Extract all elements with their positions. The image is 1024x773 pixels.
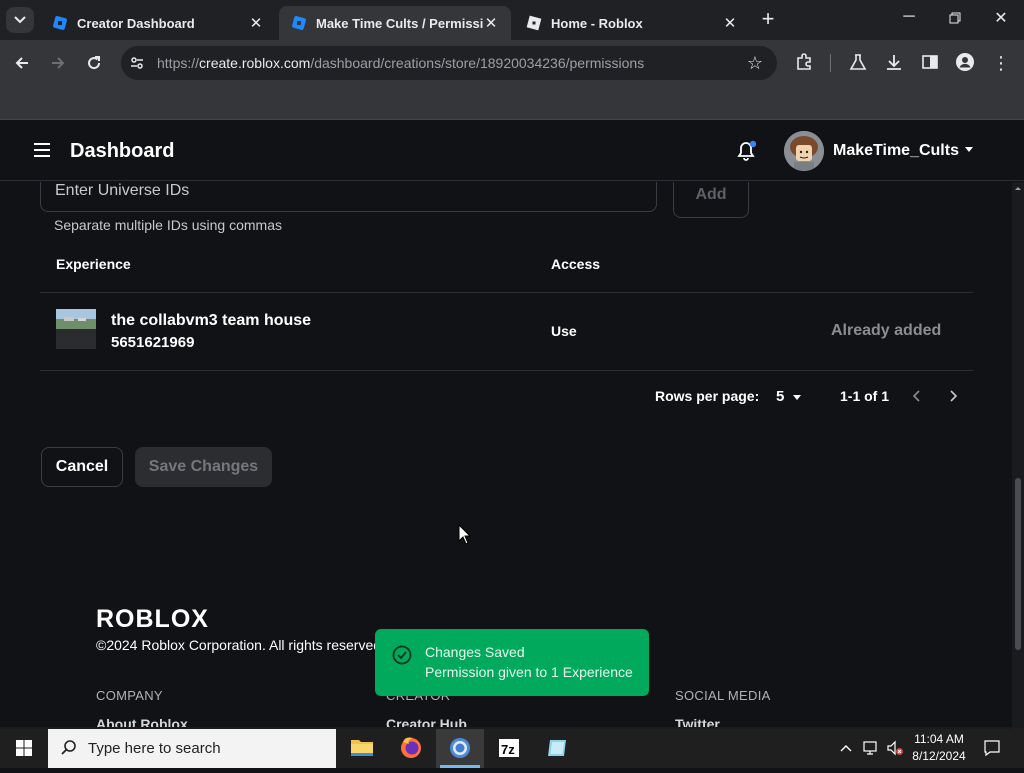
universe-id-placeholder: Enter Universe IDs bbox=[55, 182, 190, 199]
tab-home-roblox[interactable]: Home - Roblox ✕ bbox=[514, 6, 750, 40]
column-header-experience: Experience bbox=[56, 256, 131, 272]
side-panel-icon[interactable] bbox=[920, 52, 940, 72]
column-header-access: Access bbox=[551, 256, 601, 272]
back-icon[interactable] bbox=[11, 52, 33, 74]
app-tile-icon bbox=[548, 740, 566, 756]
scroll-up-arrow-icon[interactable] bbox=[1013, 184, 1023, 192]
rows-per-page-select[interactable]: 5 bbox=[776, 388, 784, 405]
toolbar-divider bbox=[830, 54, 831, 72]
experience-thumbnail bbox=[56, 309, 96, 349]
minimize-icon[interactable]: ─ bbox=[898, 8, 920, 30]
url-text: https://create.roblox.com/dashboard/crea… bbox=[157, 55, 645, 71]
caret-down-icon[interactable] bbox=[965, 147, 973, 152]
clock-date[interactable]: 8/12/2024 bbox=[912, 749, 966, 763]
horizontal-scrollbar[interactable] bbox=[0, 727, 1012, 729]
restore-icon[interactable] bbox=[944, 8, 966, 30]
roblox-studio-favicon-icon bbox=[292, 16, 306, 30]
volume-muted-icon[interactable] bbox=[886, 739, 904, 757]
experience-id: 5651621969 bbox=[111, 334, 195, 351]
forward-icon[interactable] bbox=[47, 52, 69, 74]
universe-id-input[interactable]: Enter Universe IDs bbox=[40, 182, 657, 212]
chevron-up-icon[interactable] bbox=[839, 742, 853, 754]
access-value: Use bbox=[551, 323, 577, 339]
success-toast: Changes Saved Permission given to 1 Expe… bbox=[375, 629, 649, 696]
close-tab-icon[interactable]: ✕ bbox=[722, 14, 738, 32]
browser-tab-strip: Creator Dashboard ✕ Make Time Cults / Pe… bbox=[0, 0, 1024, 40]
copyright-text: ©2024 Roblox Corporation. All rights res… bbox=[96, 637, 385, 653]
search-icon bbox=[61, 740, 76, 755]
svg-text:7z: 7z bbox=[501, 742, 515, 757]
close-window-icon[interactable]: ✕ bbox=[990, 8, 1012, 30]
toast-title: Changes Saved bbox=[425, 644, 525, 660]
taskbar-search-box[interactable]: Type here to search bbox=[48, 728, 336, 768]
chrome-icon bbox=[450, 738, 470, 758]
footer-heading-company: COMPANY bbox=[96, 688, 163, 703]
toast-message: Permission given to 1 Experience bbox=[425, 664, 633, 680]
menu-kebab-icon[interactable]: ⋮ bbox=[990, 52, 1012, 74]
rows-per-page-label: Rows per page: bbox=[655, 388, 760, 404]
tab-label: Creator Dashboard bbox=[77, 15, 195, 31]
taskbar-chrome[interactable] bbox=[436, 728, 484, 768]
caret-down-icon[interactable] bbox=[793, 395, 801, 400]
close-tab-icon[interactable]: ✕ bbox=[248, 14, 264, 32]
extensions-icon[interactable] bbox=[794, 52, 814, 72]
clock-time[interactable]: 11:04 AM bbox=[912, 732, 966, 746]
profile-icon[interactable] bbox=[955, 52, 975, 72]
username-label[interactable]: MakeTime_Cults bbox=[833, 142, 959, 160]
next-page-icon[interactable] bbox=[945, 386, 961, 406]
network-icon[interactable] bbox=[862, 739, 880, 757]
folder-icon bbox=[351, 740, 373, 756]
tab-creator-dashboard[interactable]: Creator Dashboard ✕ bbox=[40, 6, 276, 40]
pagination-range: 1-1 of 1 bbox=[840, 388, 890, 404]
notification-bell-icon[interactable] bbox=[736, 140, 756, 162]
status-label: Already added bbox=[831, 322, 942, 339]
footer-heading-social: SOCIAL MEDIA bbox=[675, 688, 771, 703]
avatar[interactable] bbox=[784, 131, 824, 171]
taskbar-file-explorer[interactable] bbox=[338, 728, 386, 768]
page-header: Dashboard MakeTime_Cults bbox=[0, 121, 1024, 181]
add-button[interactable]: Add bbox=[673, 182, 749, 218]
notification-center-icon[interactable] bbox=[983, 739, 1001, 757]
save-changes-button[interactable]: Save Changes bbox=[135, 447, 272, 487]
toolbar-spacer bbox=[0, 86, 1024, 120]
reload-icon[interactable] bbox=[83, 52, 105, 74]
experience-name: the collabvm3 team house bbox=[111, 312, 312, 329]
vertical-scrollbar-thumb[interactable] bbox=[1015, 478, 1021, 650]
check-circle-icon bbox=[392, 645, 412, 665]
divider bbox=[40, 370, 973, 371]
roblox-favicon-icon bbox=[526, 15, 542, 31]
new-tab-plus-icon[interactable]: + bbox=[758, 8, 778, 32]
page-title: Dashboard bbox=[70, 140, 175, 162]
cancel-button[interactable]: Cancel bbox=[41, 447, 123, 487]
mouse-cursor-icon bbox=[458, 524, 472, 545]
tab-label: Home - Roblox bbox=[551, 15, 643, 31]
windows-logo-icon bbox=[16, 740, 32, 756]
7zip-icon: 7z bbox=[499, 739, 519, 757]
hamburger-menu-icon[interactable] bbox=[34, 143, 50, 157]
address-bar[interactable]: https://create.roblox.com/dashboard/crea… bbox=[121, 46, 777, 80]
taskbar-firefox[interactable] bbox=[387, 728, 435, 768]
tab-label: Make Time Cults / Permissions bbox=[316, 15, 483, 31]
divider bbox=[40, 292, 973, 293]
tab-permissions[interactable]: Make Time Cults / Permissions ✕ bbox=[279, 6, 511, 40]
helper-text: Separate multiple IDs using commas bbox=[54, 217, 282, 233]
taskbar-app[interactable] bbox=[534, 728, 582, 768]
roblox-studio-favicon-icon bbox=[53, 16, 67, 30]
bookmark-star-icon[interactable]: ☆ bbox=[747, 53, 763, 74]
tab-search-button[interactable] bbox=[6, 7, 34, 33]
site-settings-icon[interactable] bbox=[129, 55, 145, 71]
chevron-down-icon bbox=[14, 16, 26, 24]
prev-page-icon[interactable] bbox=[909, 386, 925, 406]
download-icon[interactable] bbox=[884, 52, 904, 72]
roblox-logo: ROBLOX bbox=[96, 606, 209, 630]
labs-flask-icon[interactable] bbox=[848, 52, 868, 72]
windows-taskbar: Type here to search 7z 11:04 AM 8/12/202… bbox=[0, 728, 1024, 768]
firefox-icon bbox=[401, 737, 421, 758]
roblox-logo-text: ROBLOX bbox=[96, 606, 209, 630]
taskbar-search-placeholder: Type here to search bbox=[88, 740, 221, 757]
close-tab-icon[interactable]: ✕ bbox=[483, 14, 499, 32]
taskbar-7zip[interactable]: 7z bbox=[485, 728, 533, 768]
browser-toolbar: https://create.roblox.com/dashboard/crea… bbox=[0, 40, 1024, 86]
start-button[interactable] bbox=[0, 728, 48, 768]
